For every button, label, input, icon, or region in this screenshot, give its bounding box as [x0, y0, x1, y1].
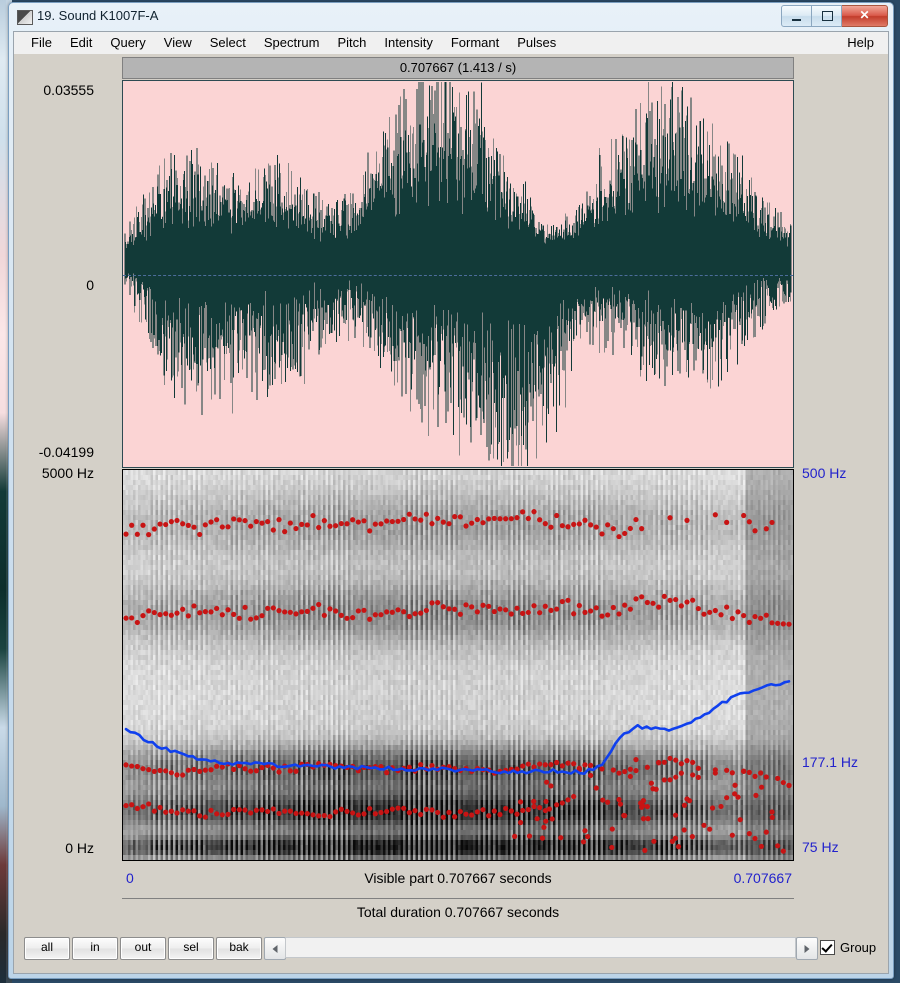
praat-sound-editor-window: 19. Sound K1007F-A ✕ File Edit Query Vie… — [8, 2, 894, 979]
maximize-icon — [822, 11, 833, 21]
horizontal-scrollbar[interactable] — [285, 937, 796, 958]
screenshot-root: 19. Sound K1007F-A ✕ File Edit Query Vie… — [0, 0, 900, 983]
visible-part-bar[interactable]: 0 Visible part 0.707667 seconds 0.707667 — [122, 862, 794, 899]
editor-panels: 0.707667 (1.413 / s) 0.03555 0 -0.04199 … — [14, 54, 888, 973]
bottom-toolbar: all in out sel bak Group — [14, 934, 888, 972]
waveform-max-label: 0.03555 — [43, 82, 94, 98]
spectrogram-max-freq-label: 5000 Hz — [42, 465, 94, 481]
window-title: 19. Sound K1007F-A — [37, 8, 158, 23]
menu-edit[interactable]: Edit — [61, 32, 101, 54]
group-label: Group — [840, 940, 876, 955]
minimize-button[interactable] — [781, 5, 812, 27]
waveform-zero-line — [123, 274, 793, 276]
selection-duration-header[interactable]: 0.707667 (1.413 / s) — [122, 57, 794, 79]
chevron-left-icon — [272, 944, 278, 953]
menu-items: File Edit Query View Select Spectrum Pit… — [22, 32, 565, 54]
sound-window-icon — [17, 10, 33, 25]
waveform-zero-label: 0 — [86, 277, 94, 293]
client-area: File Edit Query View Select Spectrum Pit… — [13, 31, 889, 974]
title-bar[interactable]: 19. Sound K1007F-A ✕ — [9, 3, 893, 31]
total-duration-label: Total duration 0.707667 seconds — [122, 904, 794, 920]
checkbox-checked-icon — [820, 940, 835, 955]
minimize-icon — [792, 19, 801, 21]
group-checkbox[interactable]: Group — [820, 937, 876, 958]
waveform-panel[interactable] — [122, 80, 794, 468]
menu-intensity[interactable]: Intensity — [375, 32, 441, 54]
zoom-in-button[interactable]: in — [72, 937, 118, 960]
spectrogram-min-freq-label: 0 Hz — [65, 840, 94, 856]
menu-file[interactable]: File — [22, 32, 61, 54]
visible-part-label: Visible part 0.707667 seconds — [122, 870, 794, 886]
pitch-cursor-label: 177.1 Hz — [802, 754, 858, 770]
menu-help[interactable]: Help — [843, 32, 878, 54]
maximize-button[interactable] — [812, 5, 842, 27]
menu-pulses[interactable]: Pulses — [508, 32, 565, 54]
zoom-out-button[interactable]: out — [120, 937, 166, 960]
chevron-right-icon — [804, 944, 810, 953]
close-button[interactable]: ✕ — [842, 5, 888, 27]
pitch-min-label: 75 Hz — [802, 839, 839, 855]
menu-bar: File Edit Query View Select Spectrum Pit… — [14, 32, 888, 55]
menu-query[interactable]: Query — [101, 32, 154, 54]
scroll-right-button[interactable] — [796, 937, 818, 960]
pitch-max-label: 500 Hz — [802, 465, 846, 481]
window-controls: ✕ — [781, 5, 888, 27]
visible-end-time: 0.707667 — [734, 870, 792, 886]
total-duration-bar[interactable]: Total duration 0.707667 seconds — [122, 899, 794, 929]
menu-view[interactable]: View — [155, 32, 201, 54]
close-icon: ✕ — [842, 8, 887, 22]
zoom-all-button[interactable]: all — [24, 937, 70, 960]
spectrogram-panel[interactable] — [122, 469, 794, 861]
menu-formant[interactable]: Formant — [442, 32, 508, 54]
menu-pitch[interactable]: Pitch — [329, 32, 376, 54]
waveform-min-label: -0.04199 — [39, 444, 94, 460]
spectrogram-image — [123, 470, 793, 860]
scroll-left-button[interactable] — [264, 937, 286, 960]
menu-spectrum[interactable]: Spectrum — [255, 32, 329, 54]
zoom-back-button[interactable]: bak — [216, 937, 262, 960]
zoom-selection-button[interactable]: sel — [168, 937, 214, 960]
menu-select[interactable]: Select — [201, 32, 255, 54]
